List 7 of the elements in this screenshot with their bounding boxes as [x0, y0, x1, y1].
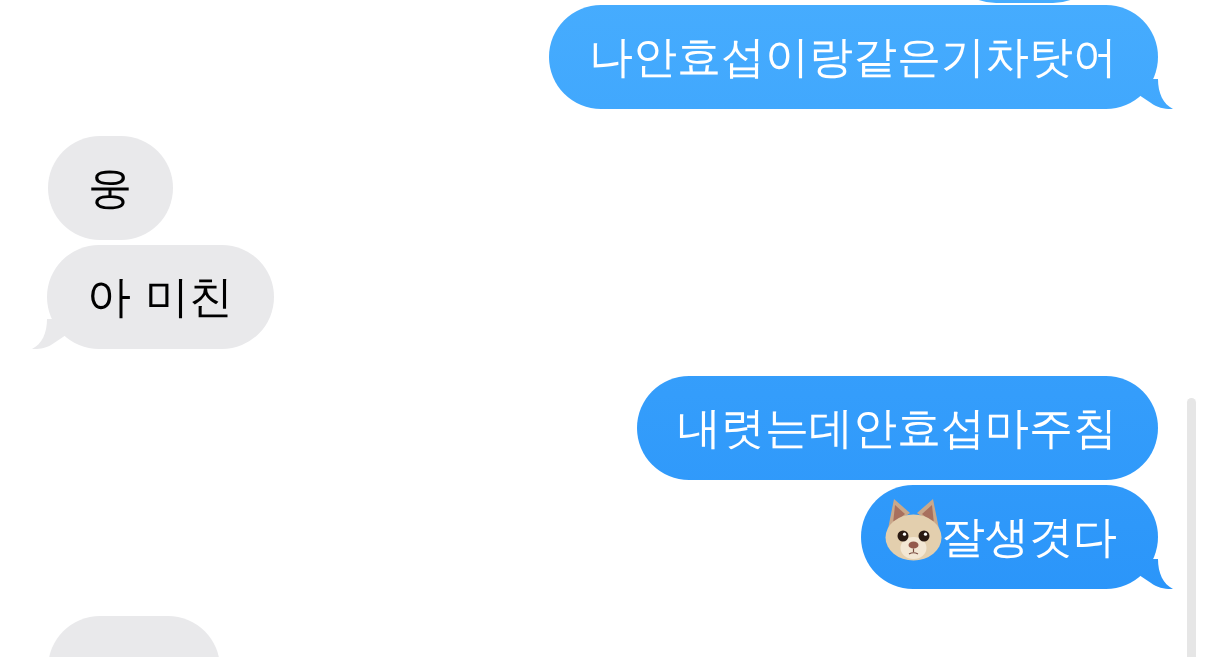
scrollbar[interactable] — [1187, 398, 1196, 657]
message-text: 잘생겻다 — [941, 511, 1117, 563]
message-bubble: 내렷는데안효섭마주침 — [637, 376, 1158, 480]
dog-face-icon — [885, 499, 942, 561]
message-bubble: 웅 — [48, 136, 173, 240]
message-bubble: 아 미친 — [47, 245, 274, 349]
message-bubble: 나안효섭이랑같은기차탓어 — [549, 5, 1158, 109]
